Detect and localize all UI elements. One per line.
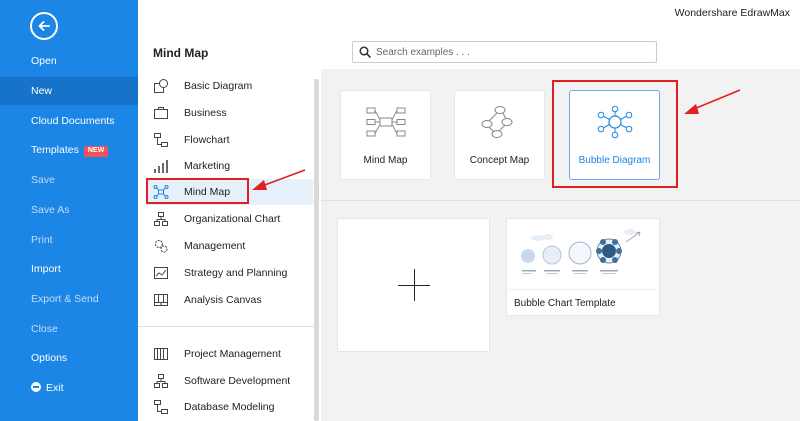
- category-marketing[interactable]: Marketing: [148, 153, 311, 179]
- org-chart-icon: [152, 211, 170, 227]
- tile-concept-map[interactable]: Concept Map: [454, 90, 545, 180]
- concept-map-type-icon: [481, 106, 512, 138]
- nav-new[interactable]: New: [0, 77, 138, 105]
- shapes-icon: [152, 78, 170, 94]
- left-navigation: Open New Cloud Documents Templates NEW Sa…: [0, 0, 138, 421]
- tile-label: Concept Map: [469, 155, 530, 166]
- category-scrollbar[interactable]: [314, 79, 319, 421]
- software-diagram-icon: [152, 373, 170, 389]
- search-icon: [359, 46, 371, 58]
- category-divider: [138, 326, 314, 327]
- tile-bubble-diagram[interactable]: Bubble Diagram: [569, 90, 660, 180]
- diagram-type-row: Mind Map Concept Map Bubble Diagram: [321, 69, 800, 200]
- gears-icon: [152, 238, 170, 254]
- nav-export-send[interactable]: Export & Send: [0, 285, 138, 313]
- template-card-bubble-chart[interactable]: Bubble Chart Template: [506, 218, 660, 316]
- back-arrow-icon: [38, 21, 50, 31]
- category-basic-diagram[interactable]: Basic Diagram: [148, 73, 311, 99]
- gantt-icon: [152, 346, 170, 362]
- nav-print[interactable]: Print: [0, 226, 138, 254]
- top-header: Wondershare EdrawMax Mind Map: [138, 0, 800, 69]
- category-database-modeling[interactable]: Database Modeling: [148, 394, 311, 420]
- mind-map-type-icon: [366, 107, 405, 137]
- category-flowchart[interactable]: Flowchart: [148, 127, 311, 153]
- category-software-development[interactable]: Software Development: [148, 368, 311, 394]
- bar-chart-icon: [152, 158, 170, 174]
- flowchart-icon: [152, 132, 170, 148]
- search-input[interactable]: [376, 44, 646, 60]
- back-button[interactable]: [30, 12, 58, 40]
- nav-exit[interactable]: Exit: [0, 374, 138, 402]
- tile-label: Bubble Diagram: [578, 155, 651, 166]
- template-thumbnail: [508, 220, 658, 290]
- category-management[interactable]: Management: [148, 233, 311, 259]
- database-icon: [152, 399, 170, 415]
- nav-close[interactable]: Close: [0, 315, 138, 343]
- tile-mind-map[interactable]: Mind Map: [340, 90, 431, 180]
- new-blank-button[interactable]: [337, 218, 490, 352]
- nav-import[interactable]: Import: [0, 255, 138, 283]
- bubble-diagram-type-icon: [597, 105, 632, 139]
- exit-icon: [31, 382, 41, 392]
- category-mind-map[interactable]: Mind Map: [146, 179, 313, 205]
- nav-save-as[interactable]: Save As: [0, 196, 138, 224]
- category-business[interactable]: Business: [148, 100, 311, 126]
- category-organizational-chart[interactable]: Organizational Chart: [148, 206, 311, 232]
- category-sidebar: Basic Diagram Business Flowchart Marketi…: [138, 69, 321, 421]
- search-box[interactable]: [352, 41, 657, 63]
- tile-label: Mind Map: [363, 155, 408, 166]
- app-title: Wondershare EdrawMax: [674, 7, 790, 19]
- category-strategy-planning[interactable]: Strategy and Planning: [148, 260, 311, 286]
- nav-open[interactable]: Open: [0, 47, 138, 75]
- template-title: Bubble Chart Template: [514, 298, 616, 309]
- category-analysis-canvas[interactable]: Analysis Canvas: [148, 287, 311, 313]
- nav-templates[interactable]: Templates NEW: [0, 136, 138, 164]
- nav-save[interactable]: Save: [0, 166, 138, 194]
- mind-map-icon: [152, 184, 170, 200]
- section-divider: [321, 200, 800, 201]
- canvas-grid-icon: [152, 292, 170, 308]
- briefcase-icon: [152, 105, 170, 121]
- new-badge: NEW: [83, 146, 109, 157]
- main-content: Mind Map Concept Map Bubble Diagram Bubb…: [321, 69, 800, 421]
- nav-cloud-documents[interactable]: Cloud Documents: [0, 107, 138, 135]
- line-chart-icon: [152, 265, 170, 281]
- nav-options[interactable]: Options: [0, 344, 138, 372]
- category-project-management[interactable]: Project Management: [148, 341, 311, 367]
- page-title: Mind Map: [153, 46, 209, 60]
